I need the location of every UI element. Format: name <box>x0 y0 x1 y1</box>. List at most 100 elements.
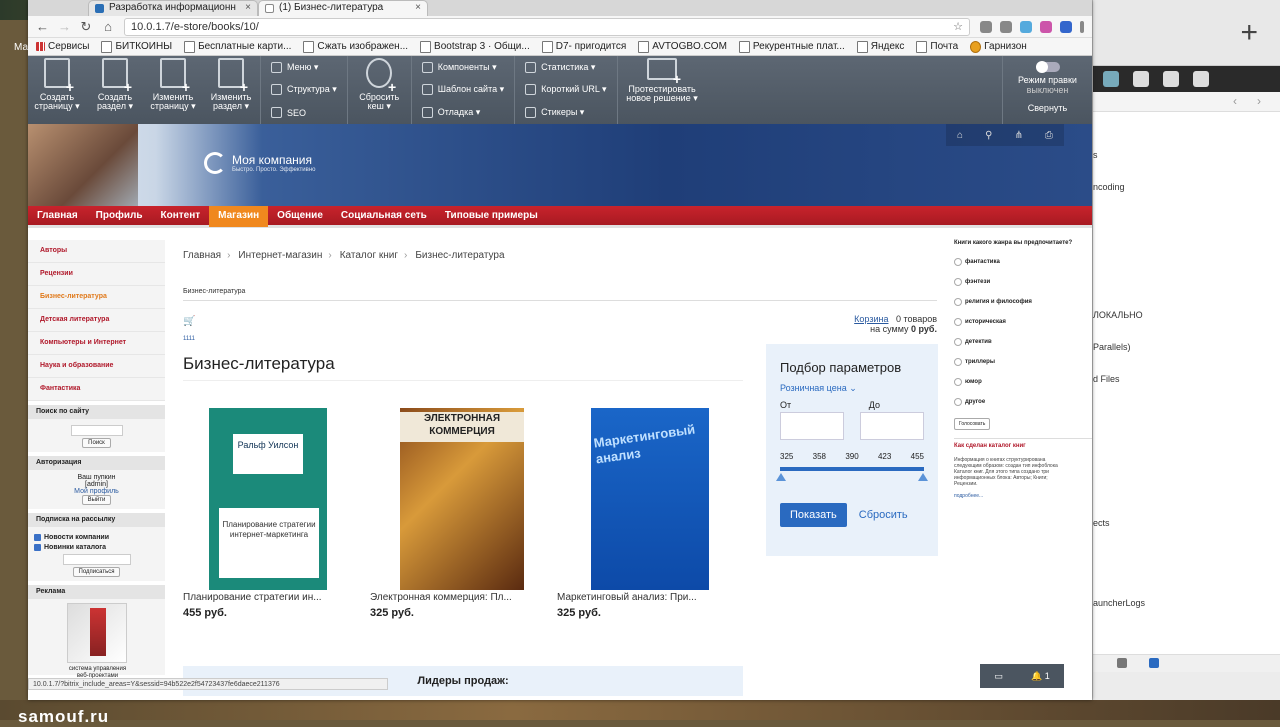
menu-button[interactable]: Меню ▾ <box>271 62 337 73</box>
breadcrumb-item[interactable]: Каталог книг <box>336 250 398 261</box>
poll-option[interactable]: историческая <box>954 318 1092 326</box>
product-card[interactable]: Маркетинговый анализ Маркетинговый анали… <box>557 408 717 619</box>
poll-option[interactable]: триллеры <box>954 358 1092 366</box>
price-from-input[interactable] <box>780 412 844 440</box>
status-icon[interactable] <box>1117 658 1127 668</box>
nav-item-shop[interactable]: Магазин <box>209 204 269 227</box>
background-window[interactable]: + ‹ › s ncoding ЛОКАЛЬНО Parallels) d Fil… <box>1092 0 1280 700</box>
sidebar-item-computers[interactable]: Компьютеры и Интернет <box>28 332 165 355</box>
clear-cache-button[interactable]: Сброситькеш ▾ <box>346 56 411 124</box>
short-url-button[interactable]: Короткий URL ▾ <box>525 84 606 95</box>
chat-icon[interactable]: ▭ <box>994 671 1003 682</box>
bookmark[interactable]: Рекурентные плат... <box>739 41 845 53</box>
list-item[interactable]: s <box>1093 150 1098 160</box>
forward-arrow-icon[interactable]: → <box>58 19 71 34</box>
breadcrumb-item[interactable]: Интернет-магазин <box>235 250 322 261</box>
bookmark[interactable]: Гарнизон <box>970 41 1027 53</box>
cart-icon[interactable] <box>1060 20 1072 33</box>
seo-button[interactable]: SEO <box>271 107 337 118</box>
components-button[interactable]: Компоненты ▾ <box>422 62 504 73</box>
upload-arrow-icon[interactable] <box>1193 71 1209 87</box>
close-icon[interactable]: × <box>245 1 251 15</box>
product-card[interactable]: Ральф Уилсон Планирование стратегии интер… <box>183 408 343 619</box>
vote-button[interactable]: Голосовать <box>954 418 991 430</box>
nav-item-communication[interactable]: Общение <box>268 205 332 227</box>
list-item[interactable]: Parallels) <box>1093 342 1131 352</box>
bell-icon[interactable]: 🔔 1 <box>1031 671 1050 682</box>
nav-item-examples[interactable]: Типовые примеры <box>436 205 547 227</box>
new-items-checkbox[interactable]: Новинки каталога <box>34 544 159 551</box>
plus-icon[interactable]: + <box>1240 18 1258 48</box>
status-icon[interactable] <box>1149 658 1159 668</box>
home-icon[interactable] <box>1103 71 1119 87</box>
sitemap-icon[interactable]: ⋔ <box>1014 130 1022 141</box>
text-icon[interactable] <box>1163 71 1179 87</box>
sidebar-item-business[interactable]: Бизнес-литература <box>28 286 165 309</box>
site-logo[interactable]: Моя компания Быстро. Просто. Эффективно <box>204 152 316 174</box>
home-icon[interactable]: ⌂ <box>102 19 114 34</box>
extension-icon[interactable] <box>980 20 992 33</box>
show-button[interactable]: Показать <box>780 503 847 527</box>
bookmark[interactable]: БИТКОИНЫ <box>101 41 172 53</box>
chat-widget[interactable]: ▭ 🔔 1 <box>980 664 1064 688</box>
subscribe-button[interactable]: Подписаться <box>72 567 121 577</box>
product-cover[interactable]: Ральф Уилсон Планирование стратегии интер… <box>209 408 327 590</box>
nav-item-profile[interactable]: Профиль <box>87 205 152 227</box>
extension-icon[interactable] <box>1020 20 1032 33</box>
test-solution-button[interactable]: Протестироватьновое решение ▾ <box>616 56 707 124</box>
stickers-button[interactable]: Стикеры ▾ <box>525 107 606 118</box>
extension-icon[interactable] <box>1000 20 1012 33</box>
cart-icon[interactable]: 🛒 <box>183 316 195 327</box>
collapse-button[interactable]: Свернуть <box>1003 103 1092 113</box>
back-arrow-icon[interactable]: ← <box>36 19 49 34</box>
address-bar[interactable]: 10.0.1.7/e-store/books/10/ ☆ <box>124 17 970 36</box>
nav-item-social[interactable]: Социальная сеть <box>332 205 436 227</box>
bookmark[interactable]: Bootstrap 3 · Общи... <box>420 41 530 53</box>
extension-icon[interactable] <box>1040 20 1052 33</box>
poll-option[interactable]: другое <box>954 398 1092 406</box>
bookmark-services[interactable]: Сервисы <box>36 41 89 52</box>
toggle-switch[interactable] <box>1035 61 1060 73</box>
edit-mode-toggle[interactable]: Режим правки выключен Свернуть <box>1002 56 1092 124</box>
home-icon[interactable]: ⌂ <box>957 130 963 141</box>
print-icon[interactable]: ⎙ <box>1045 130 1053 141</box>
poll-option[interactable]: фантастика <box>954 258 1092 266</box>
bookmark[interactable]: Яндекс <box>857 41 905 53</box>
product-card[interactable]: ЭЛЕКТРОННАЯ КОММЕРЦИЯ Электронная коммер… <box>370 408 530 619</box>
create-section-button[interactable]: Создатьраздел ▾ <box>86 56 144 124</box>
profile-link[interactable]: Мой профиль <box>34 488 159 495</box>
star-icon[interactable]: ☆ <box>953 19 963 35</box>
cart-link[interactable]: Корзина <box>854 314 888 324</box>
chevron-right-icon[interactable]: › <box>1257 94 1261 108</box>
list-item[interactable]: auncherLogs <box>1093 598 1145 608</box>
list-item[interactable]: ncoding <box>1093 182 1125 192</box>
create-page-button[interactable]: Создатьстраницу ▾ <box>28 56 86 124</box>
poll-option[interactable]: детектив <box>954 338 1092 346</box>
document-icon[interactable] <box>1133 71 1149 87</box>
email-field[interactable] <box>62 554 131 565</box>
logout-button[interactable]: Выйти <box>81 495 112 505</box>
bookmark[interactable]: D7- пригодится <box>542 41 627 53</box>
list-item[interactable]: ЛОКАЛЬНО <box>1093 310 1143 320</box>
edit-page-button[interactable]: Изменитьстраницу ▾ <box>144 56 202 124</box>
news-checkbox[interactable]: Новости компании <box>34 534 159 541</box>
more-link[interactable]: подробнее... <box>954 493 1092 499</box>
bookmark[interactable]: Почта <box>916 41 958 53</box>
price-to-input[interactable] <box>860 412 924 440</box>
poll-option[interactable]: фэнтези <box>954 278 1092 286</box>
product-cover[interactable]: Маркетинговый анализ <box>591 408 709 590</box>
reload-icon[interactable]: ↻ <box>80 19 92 35</box>
search-icon[interactable]: ⚲ <box>985 130 992 141</box>
chevron-left-icon[interactable]: ‹ <box>1233 94 1237 108</box>
bookmark[interactable]: AVTOGBO.COM <box>638 41 727 53</box>
price-filter-toggle[interactable]: Розничная цена ⌄ <box>780 383 924 394</box>
tab-development[interactable]: Разработка информационн × <box>88 0 258 16</box>
close-icon[interactable]: × <box>415 1 421 15</box>
breadcrumb-item[interactable]: Главная <box>183 250 221 261</box>
product-name[interactable]: Планирование стратегии ин... <box>183 592 343 603</box>
search-button[interactable]: Поиск <box>82 438 111 448</box>
statistics-button[interactable]: Статистика ▾ <box>525 62 606 73</box>
nav-item-content[interactable]: Контент <box>151 205 209 227</box>
ad-banner[interactable]: система управления веб-проектами <box>66 603 127 679</box>
bookmark[interactable]: Сжать изображен... <box>303 41 408 53</box>
